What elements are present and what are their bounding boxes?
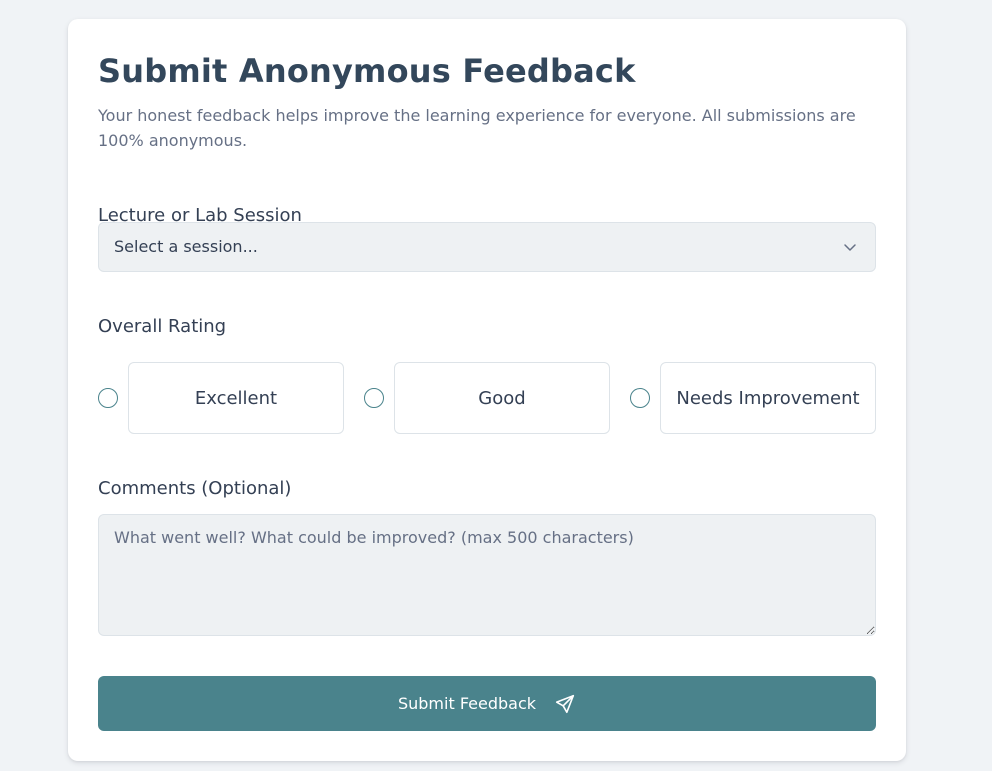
- session-select-value: Select a session...: [114, 237, 258, 256]
- chevron-down-icon: [844, 244, 856, 251]
- session-select[interactable]: Select a session...: [98, 222, 876, 272]
- rating-option-good[interactable]: Good: [364, 362, 610, 434]
- rating-option-excellent[interactable]: Excellent: [98, 362, 344, 434]
- rating-radio-good[interactable]: [364, 388, 384, 408]
- submit-button-label: Submit Feedback: [397, 694, 537, 713]
- rating-option-needs-improvement[interactable]: Needs Improvement: [630, 362, 876, 434]
- submit-feedback-button[interactable]: Submit Feedback: [98, 676, 876, 731]
- rating-options: Excellent Good Needs Improvement: [98, 362, 876, 434]
- send-icon: [555, 694, 575, 713]
- rating-label-needs-improvement[interactable]: Needs Improvement: [660, 362, 876, 434]
- intro-text: Your honest feedback helps improve the l…: [98, 106, 856, 150]
- comments-label: Comments (Optional): [98, 478, 292, 499]
- comments-textarea[interactable]: [98, 514, 876, 636]
- page-title: Submit Anonymous Feedback: [98, 52, 636, 90]
- feedback-card: Submit Anonymous Feedback Your honest fe…: [68, 19, 906, 761]
- rating-label-good[interactable]: Good: [394, 362, 610, 434]
- rating-radio-needs-improvement[interactable]: [630, 388, 650, 408]
- rating-label-excellent[interactable]: Excellent: [128, 362, 344, 434]
- rating-radio-excellent[interactable]: [98, 388, 118, 408]
- rating-label: Overall Rating: [98, 316, 227, 337]
